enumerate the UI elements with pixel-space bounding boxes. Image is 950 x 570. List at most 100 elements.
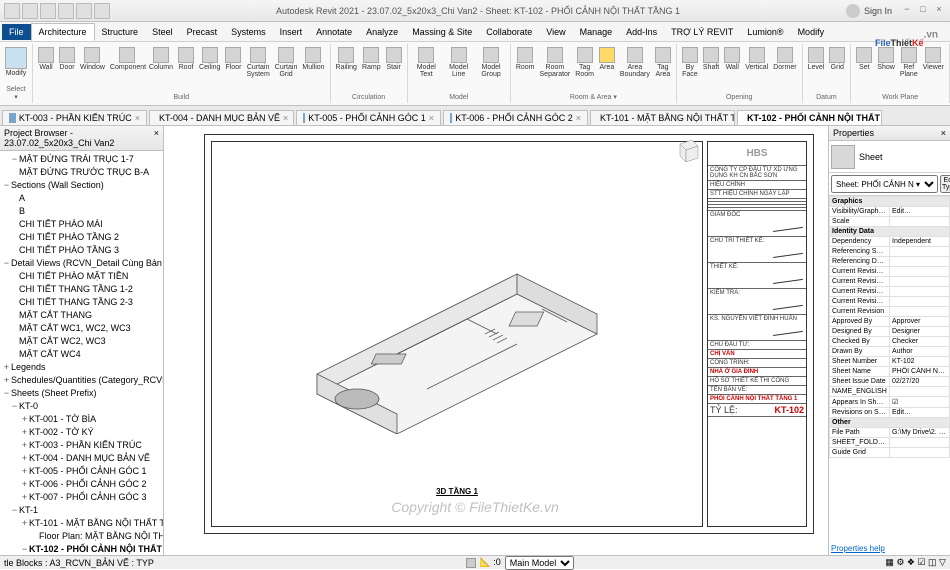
tool-roof[interactable]: Roof <box>177 46 195 72</box>
tool-model-group[interactable]: Model Group <box>476 46 505 79</box>
tree-node[interactable]: MẶT CẮT WC4 <box>2 348 161 361</box>
tool-grid[interactable]: Grid <box>828 46 846 72</box>
tree-label[interactable]: A <box>19 193 25 203</box>
prop-value[interactable]: Approver <box>890 317 950 327</box>
viewport[interactable]: 3D TẦNG 1 <box>211 141 703 527</box>
tree-label[interactable]: KT-007 - PHỐI CẢNH GÓC 3 <box>29 492 147 502</box>
tree-label[interactable]: KT-102 - PHỐI CẢNH NỘI THẤT TẦNG… <box>29 544 163 554</box>
tree-node[interactable]: +KT-006 - PHỐI CẢNH GÓC 2 <box>2 478 161 491</box>
tree-label[interactable]: KT-001 - TỜ BÌA <box>29 414 96 424</box>
menu-tab-annotate[interactable]: Annotate <box>309 24 359 40</box>
qat-print-icon[interactable] <box>94 3 110 19</box>
tree-toggle-icon[interactable]: − <box>10 504 19 516</box>
tree-label[interactable]: MẶT CẮT WC4 <box>19 349 81 359</box>
menu-tab-file[interactable]: File <box>2 24 31 40</box>
tree-label[interactable]: KT-002 - TỜ KÝ <box>29 427 94 437</box>
tree-toggle-icon[interactable]: − <box>10 153 19 165</box>
prop-value[interactable] <box>890 307 950 317</box>
doc-tab[interactable]: KT-003 - PHẦN KIẾN TRÚC× <box>2 110 147 125</box>
tree-node[interactable]: −KT-1 <box>2 504 161 517</box>
prop-value[interactable] <box>890 217 950 227</box>
tree-toggle-icon[interactable]: + <box>20 426 29 438</box>
properties-grid[interactable]: GraphicsVisibility/Graphi…Edit…ScaleIden… <box>829 196 950 458</box>
qat-undo-icon[interactable] <box>58 3 74 19</box>
tool-dormer[interactable]: Dormer <box>772 46 797 72</box>
prop-value[interactable]: KT-102 <box>890 357 950 367</box>
tree-node[interactable]: +KT-003 - PHẦN KIẾN TRÚC <box>2 439 161 452</box>
tree-node[interactable]: +KT-002 - TỜ KÝ <box>2 426 161 439</box>
tree-label[interactable]: KT-005 - PHỐI CẢNH GÓC 1 <box>29 466 147 476</box>
tree-toggle-icon[interactable]: + <box>2 361 11 373</box>
tool-set[interactable]: Set <box>855 46 873 72</box>
prop-value[interactable]: Checker <box>890 337 950 347</box>
properties-help-link[interactable]: Properties help <box>829 542 950 555</box>
tool-door[interactable]: Door <box>58 46 76 72</box>
tool-component[interactable]: Component <box>109 46 145 72</box>
status-icon[interactable] <box>466 558 476 568</box>
menu-tab-massing-site[interactable]: Massing & Site <box>405 24 479 40</box>
prop-value[interactable] <box>890 448 950 458</box>
tree-label[interactable]: Schedules/Quantities (Category_RCVN) <box>11 375 163 385</box>
menu-tab-view[interactable]: View <box>539 24 572 40</box>
tree-node[interactable]: MẶT CẮT WC2, WC3 <box>2 335 161 348</box>
drawing-canvas[interactable]: 3D TẦNG 1 HBSCÔNG TY CP ĐẦU TƯ XD ỨNG DỤ… <box>164 126 828 555</box>
view-cube[interactable] <box>672 134 702 164</box>
tree-node[interactable]: −Sections (Wall Section) <box>2 179 161 192</box>
tree-label[interactable]: MẶT ĐỨNG TRÁI TRỤC 1-7 <box>19 154 134 164</box>
menu-tab-add-ins[interactable]: Add-Ins <box>619 24 664 40</box>
tree-toggle-icon[interactable]: − <box>2 257 11 269</box>
menu-tab-analyze[interactable]: Analyze <box>359 24 405 40</box>
tree-label[interactable]: MẶT CẮT WC2, WC3 <box>19 336 106 346</box>
tree-node[interactable]: Floor Plan: MẶT BẰNG NỘI THẤT … <box>2 530 161 543</box>
tool-curtain-grid[interactable]: Curtain Grid <box>274 46 299 79</box>
tree-label[interactable]: Sections (Wall Section) <box>11 180 104 190</box>
doc-tab[interactable]: KT-101 - MẶT BẰNG NỘI THẤT TẦ…× <box>590 110 735 125</box>
tree-node[interactable]: CHI TIẾT THANG TẦNG 1-2 <box>2 283 161 296</box>
tool-model-text[interactable]: Model Text <box>412 46 441 79</box>
tool-area[interactable]: Area <box>598 46 616 72</box>
tab-close-icon[interactable]: × <box>429 113 434 123</box>
tree-label[interactable]: Detail Views (RCVN_Detail Cùng Bản Vẽ) <box>11 258 163 268</box>
prop-value[interactable]: Author <box>890 347 950 357</box>
tree-node[interactable]: +KT-007 - PHỐI CẢNH GÓC 3 <box>2 491 161 504</box>
tree-toggle-icon[interactable]: + <box>20 478 29 490</box>
tool-railing[interactable]: Railing <box>335 46 358 72</box>
tool-wall[interactable]: Wall <box>37 46 55 72</box>
prop-value[interactable]: G:\My Drive\2. C… <box>890 428 950 438</box>
tab-close-icon[interactable]: × <box>576 113 581 123</box>
tab-close-icon[interactable]: × <box>135 113 140 123</box>
tree-node[interactable]: −Sheets (Sheet Prefix) <box>2 387 161 400</box>
qat-revit-icon[interactable] <box>4 3 20 19</box>
tree-toggle-icon[interactable]: + <box>2 374 11 386</box>
qat-redo-icon[interactable] <box>76 3 92 19</box>
tree-node[interactable]: CHI TIẾT PHÀO MÁI <box>2 218 161 231</box>
prop-value[interactable]: Edit… <box>890 408 950 418</box>
tree-label[interactable]: B <box>19 206 25 216</box>
tool-window[interactable]: Window <box>79 46 106 72</box>
tool-modify[interactable]: Modify <box>4 46 28 78</box>
tree-node[interactable]: +Schedules/Quantities (Category_RCVN) <box>2 374 161 387</box>
prop-value[interactable] <box>890 297 950 307</box>
prop-value[interactable]: PHỐI CẢNH NỘ… <box>890 367 950 377</box>
tab-close-icon[interactable]: × <box>283 113 288 123</box>
sign-in[interactable]: Sign In <box>846 4 892 18</box>
prop-value[interactable] <box>890 287 950 297</box>
tree-toggle-icon[interactable]: + <box>20 465 29 477</box>
menu-tab-tr-l-revit[interactable]: TRỢ LÝ REVIT <box>664 24 740 40</box>
prop-value[interactable]: Edit… <box>890 207 950 217</box>
tree-node[interactable]: −MẶT ĐỨNG TRÁI TRỤC 1-7 <box>2 153 161 166</box>
tree-label[interactable]: KT-003 - PHẦN KIẾN TRÚC <box>29 440 142 450</box>
tree-node[interactable]: +KT-001 - TỜ BÌA <box>2 413 161 426</box>
tool-vertical[interactable]: Vertical <box>744 46 769 72</box>
tree-node[interactable]: CHI TIẾT THANG TẦNG 2-3 <box>2 296 161 309</box>
tree-toggle-icon[interactable]: + <box>20 517 29 529</box>
properties-close-icon[interactable]: × <box>941 128 946 138</box>
tree-toggle-icon[interactable]: + <box>20 413 29 425</box>
prop-value[interactable] <box>890 247 950 257</box>
tree-node[interactable]: CHI TIẾT PHÀO TẦNG 2 <box>2 231 161 244</box>
tree-node[interactable]: MẶT CẮT WC1, WC2, WC3 <box>2 322 161 335</box>
tree-label[interactable]: Sheets (Sheet Prefix) <box>11 388 97 398</box>
menu-tab-architecture[interactable]: Architecture <box>31 23 95 41</box>
maximize-button[interactable]: □ <box>916 4 930 18</box>
tree-label[interactable]: CHI TIẾT PHÀO TẦNG 3 <box>19 245 119 255</box>
